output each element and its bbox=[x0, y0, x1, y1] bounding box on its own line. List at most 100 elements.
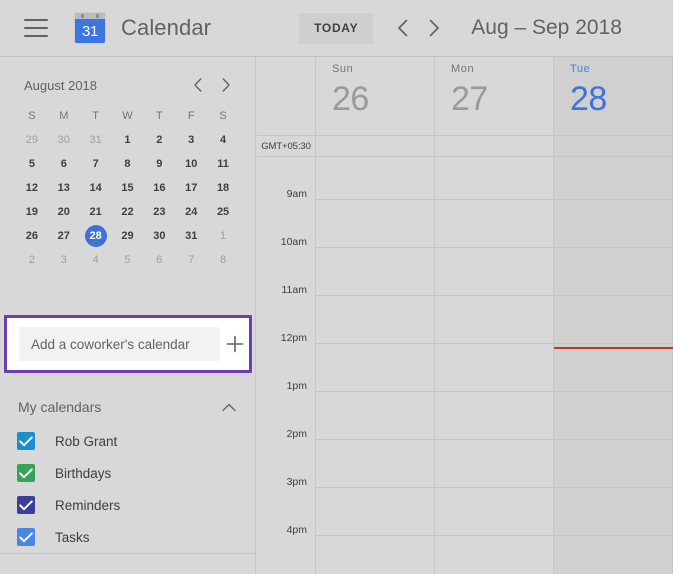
hour-gridline bbox=[554, 439, 672, 440]
mini-calendar-day[interactable]: 30 bbox=[143, 224, 175, 248]
mini-calendar-next-button[interactable] bbox=[215, 74, 237, 96]
hour-gridline bbox=[554, 199, 672, 200]
mini-calendar-day[interactable]: 7 bbox=[80, 152, 112, 176]
mini-calendar-day-number: 3 bbox=[60, 254, 67, 266]
mini-calendar-day[interactable]: 5 bbox=[16, 152, 48, 176]
calendar-list-item[interactable]: Tasks bbox=[0, 521, 255, 553]
add-coworker-calendar-box[interactable] bbox=[4, 315, 252, 373]
hour-gridline bbox=[554, 391, 672, 392]
calendar-app: 31 Calendar TODAY Aug – Sep 2018 August … bbox=[0, 0, 673, 574]
mini-calendar-day[interactable]: 31 bbox=[80, 128, 112, 152]
calendar-list-item[interactable]: Birthdays bbox=[0, 457, 255, 489]
chevron-left-icon bbox=[194, 78, 202, 92]
mini-calendar-day[interactable]: 25 bbox=[207, 200, 239, 224]
mini-calendar-day[interactable]: 29 bbox=[112, 224, 144, 248]
check-icon bbox=[19, 499, 33, 510]
add-coworker-input[interactable] bbox=[19, 327, 220, 361]
allday-cell[interactable] bbox=[554, 136, 673, 157]
mini-calendar-day-number: 12 bbox=[25, 182, 39, 194]
add-coworker-plus-button[interactable] bbox=[226, 331, 244, 357]
mini-calendar-day-number: 16 bbox=[153, 182, 166, 194]
today-button[interactable]: TODAY bbox=[299, 12, 374, 44]
mini-calendar-day[interactable]: 23 bbox=[143, 200, 175, 224]
mini-calendar-day[interactable]: 17 bbox=[175, 176, 207, 200]
mini-calendar-day[interactable]: 22 bbox=[112, 200, 144, 224]
mini-calendar-day[interactable]: 29 bbox=[16, 128, 48, 152]
calendar-list-item[interactable]: Reminders bbox=[0, 489, 255, 521]
mini-calendar-day[interactable]: 5 bbox=[112, 248, 144, 272]
mini-calendar-day-today[interactable]: 28 bbox=[80, 224, 112, 248]
mini-calendar-day[interactable]: 2 bbox=[16, 248, 48, 272]
mini-calendar-day-number: 5 bbox=[28, 158, 35, 170]
page-title: Calendar bbox=[121, 15, 212, 40]
previous-period-button[interactable] bbox=[387, 13, 417, 43]
mini-calendar-day[interactable]: 6 bbox=[48, 152, 80, 176]
sidebar-divider bbox=[0, 553, 255, 554]
day-column-tue[interactable] bbox=[554, 157, 673, 574]
mini-calendar-day[interactable]: 3 bbox=[175, 128, 207, 152]
calendar-checkbox[interactable] bbox=[17, 496, 35, 514]
hamburger-menu-icon[interactable] bbox=[24, 19, 48, 37]
mini-calendar-day[interactable]: 8 bbox=[112, 152, 144, 176]
hour-gridline bbox=[554, 487, 672, 488]
calendar-logo-icon[interactable]: 31 bbox=[75, 13, 105, 43]
calendar-checkbox[interactable] bbox=[17, 464, 35, 482]
mini-calendar-day[interactable]: 21 bbox=[80, 200, 112, 224]
mini-calendar-day[interactable]: 6 bbox=[143, 248, 175, 272]
mini-calendar-day[interactable]: 19 bbox=[16, 200, 48, 224]
calendar-checkbox[interactable] bbox=[17, 528, 35, 546]
check-icon bbox=[19, 435, 33, 446]
mini-calendar-day[interactable]: 1 bbox=[207, 224, 239, 248]
mini-calendar-day-number: 19 bbox=[25, 206, 39, 218]
mini-calendar-day[interactable]: 11 bbox=[207, 152, 239, 176]
mini-calendar-day[interactable]: 26 bbox=[16, 224, 48, 248]
current-time-indicator bbox=[554, 347, 673, 349]
day-number-label: 28 bbox=[570, 80, 607, 118]
time-grid[interactable]: 9am10am11am12pm1pm2pm3pm4pm5pm bbox=[257, 157, 673, 574]
mini-calendar-day-number: 15 bbox=[121, 182, 134, 194]
day-weekday-label: Mon bbox=[451, 63, 475, 75]
allday-cell[interactable] bbox=[435, 136, 554, 157]
mini-calendar-day[interactable]: 4 bbox=[80, 248, 112, 272]
mini-calendar-day[interactable]: 18 bbox=[207, 176, 239, 200]
hour-gridline bbox=[435, 535, 553, 536]
calendar-list-item[interactable]: Rob Grant bbox=[0, 425, 255, 457]
day-column-sun[interactable] bbox=[316, 157, 435, 574]
my-calendars-section-header[interactable]: My calendars bbox=[0, 387, 255, 427]
time-gutter: 9am10am11am12pm1pm2pm3pm4pm5pm bbox=[257, 157, 316, 574]
mini-calendar-day[interactable]: 2 bbox=[143, 128, 175, 152]
day-header-sun[interactable]: Sun 26 bbox=[316, 57, 435, 136]
mini-calendar-day[interactable]: 7 bbox=[175, 248, 207, 272]
mini-calendar-day[interactable]: 13 bbox=[48, 176, 80, 200]
mini-calendar-prev-button[interactable] bbox=[187, 74, 209, 96]
hour-gridline bbox=[316, 535, 434, 536]
day-column-mon[interactable] bbox=[435, 157, 554, 574]
mini-calendar-day-number: 18 bbox=[216, 182, 230, 194]
mini-calendar-day[interactable]: 10 bbox=[175, 152, 207, 176]
mini-calendar-day[interactable]: 27 bbox=[48, 224, 80, 248]
mini-calendar-day[interactable]: 24 bbox=[175, 200, 207, 224]
mini-calendar-day[interactable]: 12 bbox=[16, 176, 48, 200]
mini-calendar-day[interactable]: 30 bbox=[48, 128, 80, 152]
calendar-checkbox[interactable] bbox=[17, 432, 35, 450]
mini-calendar-day-number: 27 bbox=[57, 230, 70, 242]
mini-calendar-day[interactable]: 9 bbox=[143, 152, 175, 176]
day-header-tue[interactable]: Tue 28 bbox=[554, 57, 673, 136]
mini-calendar-day[interactable]: 8 bbox=[207, 248, 239, 272]
mini-calendar-day[interactable]: 20 bbox=[48, 200, 80, 224]
allday-cell[interactable] bbox=[316, 136, 435, 157]
my-calendars-collapse-button[interactable] bbox=[219, 397, 239, 417]
mini-calendar-day[interactable]: 15 bbox=[112, 176, 144, 200]
mini-calendar-day[interactable]: 14 bbox=[80, 176, 112, 200]
day-columns[interactable] bbox=[316, 157, 673, 574]
day-header-mon[interactable]: Mon 27 bbox=[435, 57, 554, 136]
mini-calendar-day[interactable]: 16 bbox=[143, 176, 175, 200]
mini-calendar-day[interactable]: 31 bbox=[175, 224, 207, 248]
next-period-button[interactable] bbox=[419, 13, 449, 43]
mini-calendar-day[interactable]: 4 bbox=[207, 128, 239, 152]
mini-calendar-day-number: 29 bbox=[121, 230, 134, 242]
check-icon bbox=[19, 467, 33, 478]
mini-calendar-day[interactable]: 3 bbox=[48, 248, 80, 272]
mini-calendar-day[interactable]: 1 bbox=[112, 128, 144, 152]
calendar-name-label: Tasks bbox=[55, 529, 90, 545]
